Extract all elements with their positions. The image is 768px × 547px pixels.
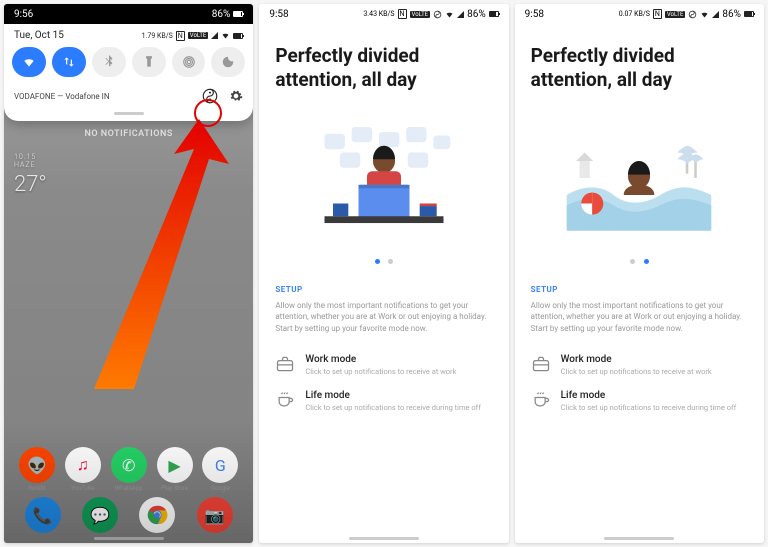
battery-icon [744,11,754,17]
status-right: 86% [212,9,244,20]
volte-icon: VoLTE [410,11,431,18]
dot-1[interactable] [644,259,649,264]
cup-icon [275,390,295,410]
shade-drag-handle[interactable] [114,112,144,115]
briefcase-icon [531,354,551,374]
dock-background [4,423,253,543]
gesture-nav-bar[interactable] [604,537,674,540]
life-mode-sub: Click to set up notifications to receive… [561,403,737,412]
work-mode-row[interactable]: Work mode Click to set up notifications … [531,354,748,376]
nfc-icon: N [176,31,185,41]
nfc-icon: N [653,9,662,19]
battery-icon [489,11,499,17]
page-title: Perfectly divided attention, all day [275,44,492,92]
life-mode-row[interactable]: Life mode Click to set up notifications … [275,390,492,412]
signal-icon [211,32,218,39]
phone-zen-setup-life: 9:58 0.07 KB/S N VoLTE 86% Perfectly div… [515,4,764,543]
work-mode-title: Work mode [561,354,712,365]
status-time: 9:58 [525,9,544,20]
moon-icon [221,55,235,69]
setup-content: Perfectly divided attention, all day [515,24,764,543]
status-time: 9:58 [269,9,288,20]
qs-wifi[interactable] [12,47,46,77]
setup-heading: SETUP [275,285,492,294]
quick-settings-row [4,47,253,77]
no-notifications-label: NO NOTIFICATIONS [4,121,253,147]
dot-0[interactable] [375,259,380,264]
status-time: 9:56 [14,9,33,20]
work-mode-title: Work mode [305,354,456,365]
qs-screencast[interactable] [172,47,206,77]
gesture-nav-bar[interactable] [94,537,164,540]
setup-description: Allow only the most important notificati… [275,300,492,335]
zen-status-icon [688,10,697,19]
briefcase-icon [275,354,295,374]
qs-night-mode[interactable] [211,47,245,77]
dot-0[interactable] [630,259,635,264]
nfc-icon: N [398,9,407,19]
dot-1[interactable] [388,259,393,264]
signal-icon [712,11,719,18]
life-mode-title: Life mode [305,390,481,401]
battery-percent: 86% [722,9,741,20]
page-title: Perfectly divided attention, all day [531,44,748,92]
wifi-icon [445,10,454,19]
shade-date: Tue, Oct 15 [14,30,64,41]
life-mode-row[interactable]: Life mode Click to set up notifications … [531,390,748,412]
battery-icon [233,11,243,17]
setup-description: Allow only the most important notificati… [531,300,748,335]
cup-icon [531,390,551,410]
carrier-label: VODAFONE — Vodafone IN [14,92,110,101]
setup-content: Perfectly divided attention, all day [259,24,508,543]
weather-widget[interactable]: 10.15 HAZE 27° [14,154,47,197]
life-mode-title: Life mode [561,390,737,401]
battery-icon-2 [233,33,243,39]
cast-icon [182,55,196,69]
page-indicator [531,256,748,267]
volte-icon: VoLTE [665,11,686,18]
status-bar: 9:58 3.43 KB/S N VoLTE 86% [259,4,508,24]
data-rate: 0.07 KB/S [619,10,650,18]
battery-percent: 86% [467,9,486,20]
status-bar: 9:56 86% [4,4,253,24]
page-indicator [275,256,492,267]
bluetooth-icon [102,55,116,69]
weather-temp: 27° [14,172,47,197]
work-illustration[interactable] [275,108,492,248]
work-mode-sub: Click to set up notifications to receive… [305,367,456,376]
volte-icon: VoLTE [188,32,209,39]
gesture-nav-bar[interactable] [349,537,419,540]
work-mode-sub: Click to set up notifications to receive… [561,367,712,376]
qs-flashlight[interactable] [132,47,166,77]
life-illustration[interactable] [531,108,748,248]
signal-icon [457,11,464,18]
shade-header: Tue, Oct 15 1.79 KB/S N VoLTE [4,24,253,47]
qs-bluetooth[interactable] [92,47,126,77]
data-rate: 3.43 KB/S [363,10,394,18]
life-mode-sub: Click to set up notifications to receive… [305,403,481,412]
setup-heading: SETUP [531,285,748,294]
annotation-circle [194,99,222,127]
wifi-icon [221,31,230,40]
phone-zen-setup-work: 9:58 3.43 KB/S N VoLTE 86% Perfectly div… [259,4,508,543]
flashlight-icon [142,55,156,69]
settings-icon[interactable] [229,89,243,103]
data-arrows-icon [62,55,76,69]
work-mode-row[interactable]: Work mode Click to set up notifications … [275,354,492,376]
status-bar: 9:58 0.07 KB/S N VoLTE 86% [515,4,764,24]
weather-condition: HAZE [14,162,47,170]
qs-data[interactable] [52,47,86,77]
data-rate: 1.79 KB/S [142,32,173,40]
wifi-icon [22,55,36,69]
wifi-icon [700,10,709,19]
battery-percent: 86% [212,9,231,20]
zen-status-icon [433,10,442,19]
phone-quick-settings: 10.15 HAZE 27° 9:56 86% Tue, Oct 15 1.79… [4,4,253,543]
